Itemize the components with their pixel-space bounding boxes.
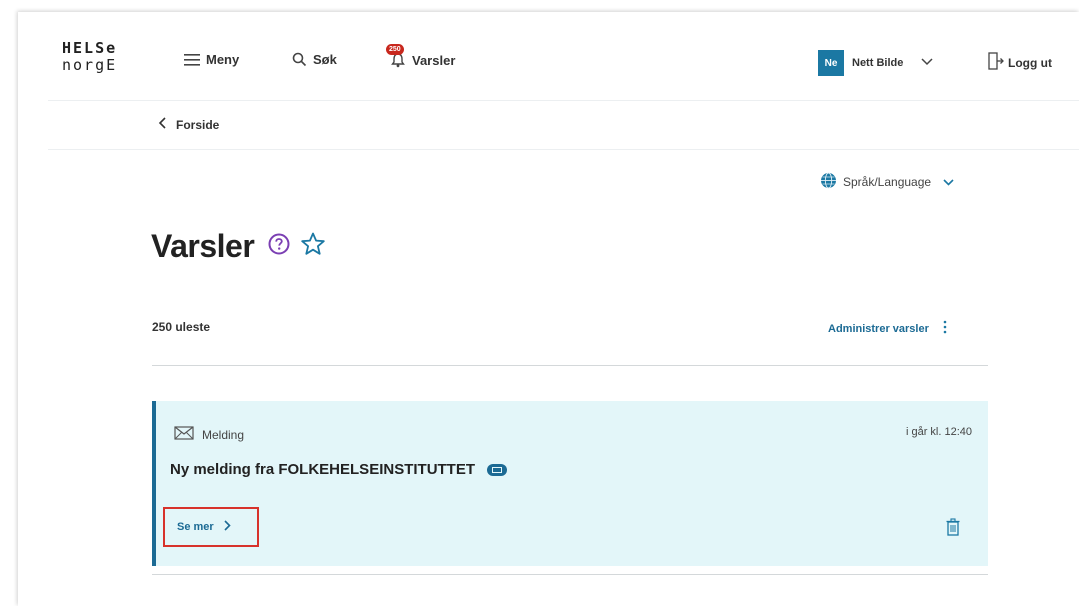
alerts-label: Varsler bbox=[412, 52, 456, 68]
avatar: Ne bbox=[818, 50, 844, 76]
notification-timestamp: i går kl. 12:40 bbox=[905, 426, 972, 438]
breadcrumb-label: Forside bbox=[176, 117, 220, 132]
search-label: Søk bbox=[313, 52, 337, 67]
divider bbox=[152, 574, 988, 575]
unread-count: 250 uleste bbox=[152, 320, 211, 334]
breadcrumb[interactable]: Forside bbox=[158, 117, 219, 132]
logout-icon bbox=[988, 52, 1004, 73]
trash-icon[interactable] bbox=[946, 518, 960, 541]
notification-title: Ny melding fra FOLKEHELSEINSTITUTTET bbox=[170, 461, 476, 478]
manage-alerts-link[interactable]: Administrer varsler bbox=[828, 320, 947, 337]
logo-line-2: norgE bbox=[62, 56, 118, 74]
menu-button[interactable]: Meny bbox=[184, 52, 239, 67]
site-header: HELSe norgE Meny Søk 250 Varsler Ne Nett… bbox=[48, 12, 1079, 101]
more-vertical-icon[interactable] bbox=[943, 320, 947, 337]
language-label: Språk/Language bbox=[843, 175, 932, 189]
chevron-down-icon bbox=[943, 175, 954, 189]
notification-type-label: Melding bbox=[202, 427, 245, 442]
search-button[interactable]: Søk bbox=[292, 52, 337, 67]
message-tag-icon bbox=[487, 463, 508, 476]
page-title: Varsler bbox=[151, 228, 255, 264]
language-selector[interactable]: Språk/Language bbox=[820, 172, 954, 192]
chevron-right-icon bbox=[224, 520, 231, 534]
see-more-label: Se mer bbox=[177, 521, 214, 533]
helsenorge-logo[interactable]: HELSe norgE bbox=[62, 40, 117, 74]
alerts-button[interactable]: 250 Varsler bbox=[386, 44, 456, 68]
chevron-left-icon bbox=[158, 117, 166, 132]
divider bbox=[152, 365, 988, 366]
page-frame: HELSe norgE Meny Søk 250 Varsler Ne Nett… bbox=[18, 12, 1079, 606]
search-icon bbox=[292, 52, 307, 67]
user-name: Nett Bilde bbox=[852, 57, 904, 69]
manage-alerts-label: Administrer varsler bbox=[828, 322, 929, 335]
menu-label: Meny bbox=[206, 52, 240, 67]
user-menu[interactable]: Ne Nett Bilde bbox=[818, 50, 933, 76]
logout-label: Logg ut bbox=[1008, 55, 1052, 70]
chevron-down-icon bbox=[921, 57, 933, 69]
help-icon[interactable] bbox=[268, 233, 290, 260]
star-icon[interactable] bbox=[300, 231, 326, 262]
hamburger-icon bbox=[184, 53, 200, 66]
see-more-button[interactable]: Se mer bbox=[163, 507, 259, 547]
envelope-icon bbox=[174, 426, 194, 443]
notification-title-row: Ny melding fra FOLKEHELSEINSTITUTTET bbox=[170, 461, 508, 478]
logout-button[interactable]: Logg ut bbox=[988, 52, 1052, 73]
logo-line-1: HELSe bbox=[62, 39, 118, 57]
breadcrumb-bar: Forside bbox=[48, 101, 1079, 150]
alerts-count-badge: 250 bbox=[386, 44, 404, 55]
bell-icon: 250 bbox=[386, 44, 406, 68]
notification-card[interactable]: Melding i går kl. 12:40 Ny melding fra F… bbox=[152, 401, 988, 566]
title-row: Varsler bbox=[151, 228, 326, 265]
globe-icon bbox=[820, 172, 837, 192]
notification-type: Melding bbox=[174, 426, 244, 443]
